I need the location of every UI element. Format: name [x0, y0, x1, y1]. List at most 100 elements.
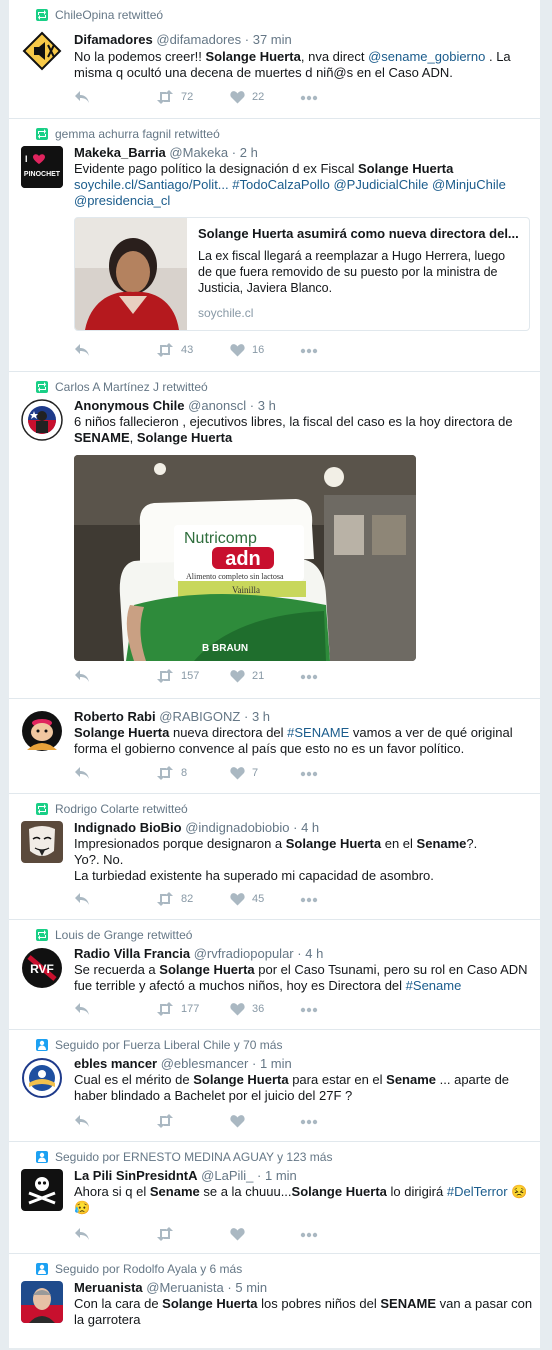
mention-link[interactable]: @sename_gobierno: [368, 49, 485, 64]
tweet[interactable]: Seguido por Rodolfo Ayala y 6 más Meruan…: [9, 1254, 540, 1348]
retweet-button[interactable]: [156, 1227, 181, 1241]
reply-button[interactable]: [74, 1114, 90, 1128]
display-name[interactable]: Roberto Rabi: [74, 709, 156, 724]
tweet[interactable]: gemma achurra fagnil retwitteó I PINOCHE…: [9, 119, 540, 372]
display-name[interactable]: Anonymous Chile: [74, 398, 185, 413]
retweet-context[interactable]: Louis de Grange retwitteó: [36, 928, 192, 942]
tweet[interactable]: Louis de Grange retwitteó RVF Radio Vill…: [9, 920, 540, 1030]
display-name[interactable]: Difamadores: [74, 32, 153, 47]
retweet-button[interactable]: 177: [156, 1002, 199, 1016]
like-button[interactable]: 45: [230, 892, 264, 906]
timestamp[interactable]: 4 h: [305, 946, 323, 961]
reply-button[interactable]: [74, 90, 90, 104]
follow-context[interactable]: Seguido por Rodolfo Ayala y 6 más: [36, 1262, 242, 1276]
tweet-header: Meruanista @Meruanista · 5 min: [74, 1280, 268, 1295]
avatar[interactable]: [21, 1057, 63, 1099]
tweet[interactable]: Seguido por Fuerza Liberal Chile y 70 má…: [9, 1030, 540, 1142]
reply-button[interactable]: [74, 343, 90, 357]
tweet[interactable]: Carlos A Martínez J retwitteó Anonymous …: [9, 372, 540, 699]
handle[interactable]: @anonscl: [188, 398, 246, 413]
handle[interactable]: @Makeka: [169, 145, 228, 160]
timestamp[interactable]: 37 min: [253, 32, 292, 47]
more-button[interactable]: [300, 1232, 318, 1238]
tweet[interactable]: ChileOpina retwitteó Difamadores @difama…: [9, 0, 540, 119]
like-button[interactable]: [230, 1227, 252, 1241]
timestamp[interactable]: 5 min: [235, 1280, 267, 1295]
like-button[interactable]: 21: [230, 669, 264, 683]
mention-link[interactable]: @PJudicialChile: [333, 177, 428, 192]
tweet-actions: 177 36: [74, 1002, 334, 1020]
like-button[interactable]: [230, 1114, 252, 1128]
tweet-header: Radio Villa Francia @rvfradiopopular · 4…: [74, 946, 324, 961]
hashtag-link[interactable]: #Sename: [406, 978, 462, 993]
handle[interactable]: @difamadores: [156, 32, 241, 47]
like-button[interactable]: 22: [230, 90, 264, 104]
reply-button[interactable]: [74, 1002, 90, 1016]
like-button[interactable]: 36: [230, 1002, 264, 1016]
timestamp[interactable]: 1 min: [265, 1168, 297, 1183]
follow-context[interactable]: Seguido por Fuerza Liberal Chile y 70 má…: [36, 1038, 282, 1052]
handle[interactable]: @Meruanista: [146, 1280, 224, 1295]
avatar[interactable]: [21, 30, 63, 72]
handle[interactable]: @RABIGONZ: [159, 709, 240, 724]
retweet-context[interactable]: ChileOpina retwitteó: [36, 8, 163, 22]
avatar[interactable]: [21, 1169, 63, 1211]
more-button[interactable]: [300, 1007, 318, 1013]
timestamp[interactable]: 2 h: [240, 145, 258, 160]
retweet-button[interactable]: [156, 1114, 181, 1128]
handle[interactable]: @LaPili_: [201, 1168, 253, 1183]
retweet-button[interactable]: 157: [156, 669, 199, 683]
timestamp[interactable]: 3 h: [258, 398, 276, 413]
mention-link[interactable]: @presidencia_cl: [74, 193, 170, 208]
tweet-photo[interactable]: Nutricomp adn Alimento completo sin lact…: [74, 455, 416, 661]
reply-button[interactable]: [74, 766, 90, 780]
more-button[interactable]: [300, 771, 318, 777]
avatar[interactable]: RVF: [21, 947, 63, 989]
display-name[interactable]: ebles mancer: [74, 1056, 157, 1071]
retweet-button[interactable]: 8: [156, 766, 187, 780]
timestamp[interactable]: 4 h: [301, 820, 319, 835]
timestamp[interactable]: 1 min: [260, 1056, 292, 1071]
reply-button[interactable]: [74, 892, 90, 906]
hashtag-link[interactable]: #SENAME: [287, 725, 349, 740]
url-link[interactable]: soychile.cl/Santiago/Polit...: [74, 177, 229, 192]
more-button[interactable]: [300, 348, 318, 354]
display-name[interactable]: Indignado BioBio: [74, 820, 182, 835]
retweet-context[interactable]: Rodrigo Colarte retwitteó: [36, 802, 188, 816]
reply-icon: [75, 91, 89, 103]
like-button[interactable]: 7: [230, 766, 258, 780]
avatar[interactable]: I PINOCHET: [21, 146, 63, 188]
retweet-button[interactable]: 82: [156, 892, 193, 906]
timestamp[interactable]: 3 h: [252, 709, 270, 724]
avatar[interactable]: [21, 1281, 63, 1323]
hashtag-link[interactable]: #TodoCalzaPollo: [232, 177, 330, 192]
hashtag-link[interactable]: #DelTerror: [447, 1184, 508, 1199]
avatar[interactable]: [21, 821, 63, 863]
retweet-context[interactable]: Carlos A Martínez J retwitteó: [36, 380, 208, 394]
avatar[interactable]: [21, 399, 63, 441]
follow-context[interactable]: Seguido por ERNESTO MEDINA AGUAY y 123 m…: [36, 1150, 332, 1164]
display-name[interactable]: La Pili SinPresidntA: [74, 1168, 198, 1183]
more-button[interactable]: [300, 95, 318, 101]
display-name[interactable]: Makeka_Barria: [74, 145, 166, 160]
more-button[interactable]: [300, 674, 318, 680]
retweet-context[interactable]: gemma achurra fagnil retwitteó: [36, 127, 220, 141]
avatar[interactable]: [21, 710, 63, 752]
handle[interactable]: @indignadobiobio: [185, 820, 289, 835]
mention-link[interactable]: @MinjuChile: [432, 177, 506, 192]
like-button[interactable]: 16: [230, 343, 264, 357]
more-button[interactable]: [300, 1119, 318, 1125]
retweet-button[interactable]: 72: [156, 90, 193, 104]
reply-button[interactable]: [74, 1227, 90, 1241]
display-name[interactable]: Meruanista: [74, 1280, 143, 1295]
display-name[interactable]: Radio Villa Francia: [74, 946, 190, 961]
tweet[interactable]: Rodrigo Colarte retwitteó Indignado BioB…: [9, 794, 540, 920]
link-card[interactable]: Solange Huerta asumirá como nueva direct…: [74, 217, 530, 331]
handle[interactable]: @eblesmancer: [161, 1056, 249, 1071]
tweet[interactable]: Roberto Rabi @RABIGONZ · 3 h Solange Hue…: [9, 699, 540, 794]
handle[interactable]: @rvfradiopopular: [194, 946, 294, 961]
tweet[interactable]: Seguido por ERNESTO MEDINA AGUAY y 123 m…: [9, 1142, 540, 1254]
more-button[interactable]: [300, 897, 318, 903]
reply-button[interactable]: [74, 669, 90, 683]
retweet-button[interactable]: 43: [156, 343, 193, 357]
